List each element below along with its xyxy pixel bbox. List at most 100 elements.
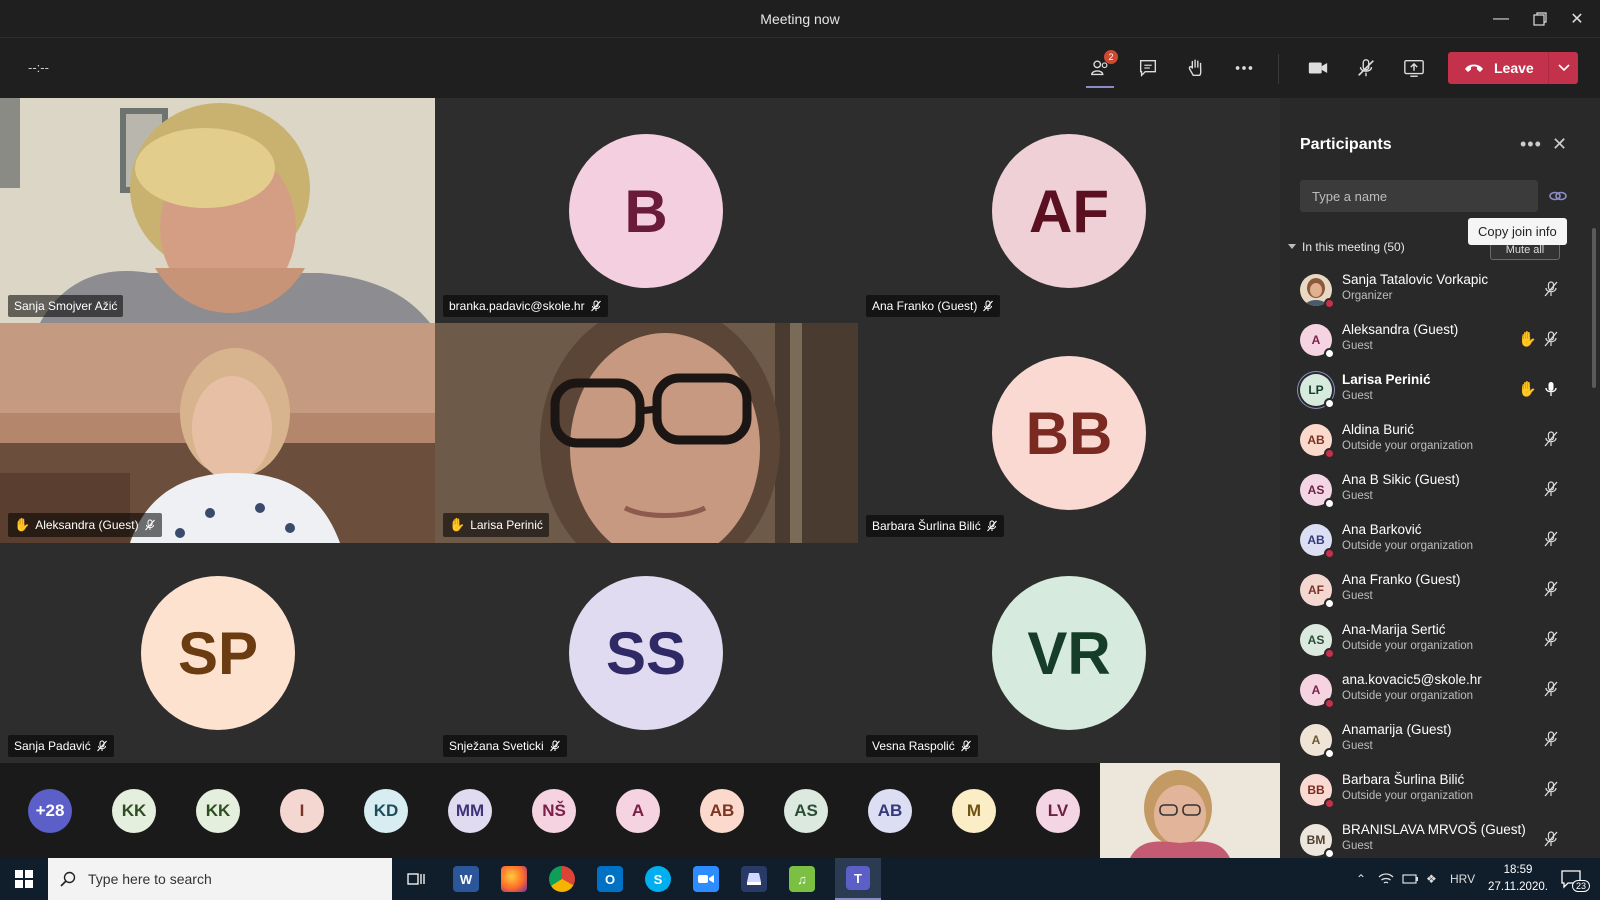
- panel-scrollbar[interactable]: [1592, 228, 1596, 388]
- share-screen-button[interactable]: [1396, 50, 1432, 86]
- mic-off-icon[interactable]: [1542, 530, 1560, 548]
- mic-icon[interactable]: [1542, 380, 1560, 398]
- participant-avatar: BB: [992, 356, 1146, 510]
- mic-off-icon[interactable]: [1542, 680, 1560, 698]
- tile-name: Larisa Perinić: [470, 518, 543, 532]
- camera-button[interactable]: [1300, 50, 1336, 86]
- skype-icon[interactable]: S: [645, 866, 671, 892]
- more-participants-button[interactable]: +28: [28, 789, 72, 833]
- show-hidden-icons[interactable]: ⌃: [1356, 858, 1366, 900]
- tile-name-label: Snježana Sveticki: [443, 735, 567, 757]
- video-tile[interactable]: SS Snježana Sveticki: [435, 543, 858, 763]
- video-tile[interactable]: ✋ Aleksandra (Guest): [0, 323, 435, 543]
- teams-icon[interactable]: T: [835, 858, 881, 900]
- panel-more-button[interactable]: •••: [1520, 134, 1542, 155]
- show-chat-button[interactable]: [1130, 50, 1166, 86]
- leave-options-button[interactable]: [1548, 52, 1578, 84]
- video-tile[interactable]: B branka.padavic@skole.hr: [435, 98, 858, 323]
- participant-avatar[interactable]: A: [616, 789, 660, 833]
- outlook-icon[interactable]: O: [597, 866, 623, 892]
- participant-avatar[interactable]: LV: [1036, 789, 1080, 833]
- participant-avatar[interactable]: I: [280, 789, 324, 833]
- firefox-icon[interactable]: [501, 866, 527, 892]
- video-tile[interactable]: SP Sanja Padavić: [0, 543, 435, 763]
- participant-name: Aldina Burić: [1342, 422, 1415, 437]
- task-view-icon[interactable]: [403, 866, 429, 892]
- mic-off-icon: [960, 740, 971, 752]
- participant-row[interactable]: LP Larisa Perinić Guest ✋: [1280, 366, 1580, 416]
- leave-main[interactable]: Leave: [1448, 60, 1548, 76]
- taskbar-clock[interactable]: 18:59 27.11.2020.: [1478, 862, 1558, 896]
- more-actions-button[interactable]: [1226, 50, 1262, 86]
- mic-off-icon[interactable]: [1542, 430, 1560, 448]
- participant-row[interactable]: AS Ana-Marija Sertić Outside your organiza…: [1280, 616, 1580, 666]
- battery-icon[interactable]: [1402, 858, 1420, 900]
- participant-row[interactable]: AF Ana Franko (Guest) Guest: [1280, 566, 1580, 616]
- mic-off-icon[interactable]: [1542, 580, 1560, 598]
- participant-role: Guest: [1342, 390, 1373, 402]
- raise-hand-button[interactable]: [1178, 50, 1214, 86]
- mic-off-icon[interactable]: [1542, 780, 1560, 798]
- zoom-icon[interactable]: [693, 866, 719, 892]
- mic-off-icon[interactable]: [1542, 830, 1560, 848]
- taskbar-search-box[interactable]: Type here to search: [48, 858, 392, 900]
- video-tile[interactable]: VR Vesna Raspolić: [858, 543, 1280, 763]
- copy-link-icon[interactable]: [1548, 186, 1568, 206]
- participant-avatar[interactable]: NŠ: [532, 789, 576, 833]
- participant-avatar[interactable]: KD: [364, 789, 408, 833]
- participant-row[interactable]: A Aleksandra (Guest) Guest ✋: [1280, 316, 1580, 366]
- participant-row[interactable]: BM BRANISLAVA MRVOŠ (Guest) Guest: [1280, 816, 1580, 858]
- close-window-button[interactable]: ✕: [1554, 0, 1600, 38]
- tile-name-label: Sanja Padavić: [8, 735, 114, 757]
- dropbox-icon[interactable]: ❖: [1426, 858, 1437, 900]
- leave-button[interactable]: Leave: [1448, 52, 1578, 84]
- notifications-button[interactable]: 23: [1560, 858, 1591, 900]
- input-language[interactable]: HRV: [1450, 858, 1475, 900]
- panel-close-button[interactable]: ✕: [1552, 134, 1567, 155]
- more-icon: [1235, 66, 1253, 70]
- mic-button[interactable]: [1348, 50, 1384, 86]
- participant-avatar[interactable]: AS: [784, 789, 828, 833]
- word-icon[interactable]: W: [453, 866, 479, 892]
- presence-status-icon: [1324, 548, 1335, 559]
- app-icon[interactable]: ♫: [789, 866, 815, 892]
- self-view-video[interactable]: [1100, 763, 1280, 858]
- participant-search-input[interactable]: [1300, 180, 1538, 212]
- network-drive-icon[interactable]: [741, 866, 767, 892]
- participant-name: Larisa Perinić: [1342, 372, 1431, 387]
- participant-row[interactable]: AS Ana B Sikic (Guest) Guest: [1280, 466, 1580, 516]
- video-tile[interactable]: BB Barbara Šurlina Bilić: [858, 323, 1280, 543]
- participant-row[interactable]: Aana.kovacic5@skole.hr Outside your organ…: [1280, 666, 1580, 716]
- participant-row[interactable]: AB Ana Barković Outside your organization: [1280, 516, 1580, 566]
- mic-off-icon[interactable]: [1542, 280, 1560, 298]
- start-button[interactable]: [0, 858, 48, 900]
- participant-avatar[interactable]: AB: [700, 789, 744, 833]
- participant-role: Outside your organization: [1342, 690, 1474, 702]
- participant-avatar[interactable]: AB: [868, 789, 912, 833]
- show-participants-button[interactable]: 2: [1082, 50, 1118, 88]
- participant-row[interactable]: Sanja Tatalovic Vorkapic Organizer: [1280, 266, 1580, 316]
- participant-row[interactable]: A Anamarija (Guest) Guest: [1280, 716, 1580, 766]
- participant-row[interactable]: BB Barbara Šurlina Bilić Outside your orga…: [1280, 766, 1580, 816]
- video-tile[interactable]: Sanja Smojver Ažić: [0, 98, 435, 323]
- participant-avatar[interactable]: MM: [448, 789, 492, 833]
- active-indicator: [1086, 86, 1114, 88]
- participant-name: BRANISLAVA MRVOŠ (Guest): [1342, 822, 1526, 837]
- mic-off-icon[interactable]: [1542, 330, 1560, 348]
- mic-off-icon[interactable]: [1542, 730, 1560, 748]
- tile-name: Ana Franko (Guest): [872, 299, 978, 313]
- mic-off-icon[interactable]: [1542, 480, 1560, 498]
- participant-avatar[interactable]: KK: [196, 789, 240, 833]
- tile-name: Sanja Smojver Ažić: [14, 299, 118, 313]
- in-meeting-section-header[interactable]: In this meeting (50): [1288, 240, 1405, 254]
- video-tile[interactable]: ✋ Larisa Perinić: [435, 323, 858, 543]
- video-tile[interactable]: AF Ana Franko (Guest): [858, 98, 1280, 323]
- mic-off-icon[interactable]: [1542, 630, 1560, 648]
- chrome-icon[interactable]: [549, 866, 575, 892]
- participant-avatar[interactable]: KK: [112, 789, 156, 833]
- wifi-icon[interactable]: [1378, 858, 1394, 900]
- participant-row[interactable]: AB Aldina Burić Outside your organization: [1280, 416, 1580, 466]
- tile-name: Barbara Šurlina Bilić: [872, 519, 981, 533]
- raised-hand-icon: ✋: [449, 517, 466, 532]
- participant-avatar[interactable]: M: [952, 789, 996, 833]
